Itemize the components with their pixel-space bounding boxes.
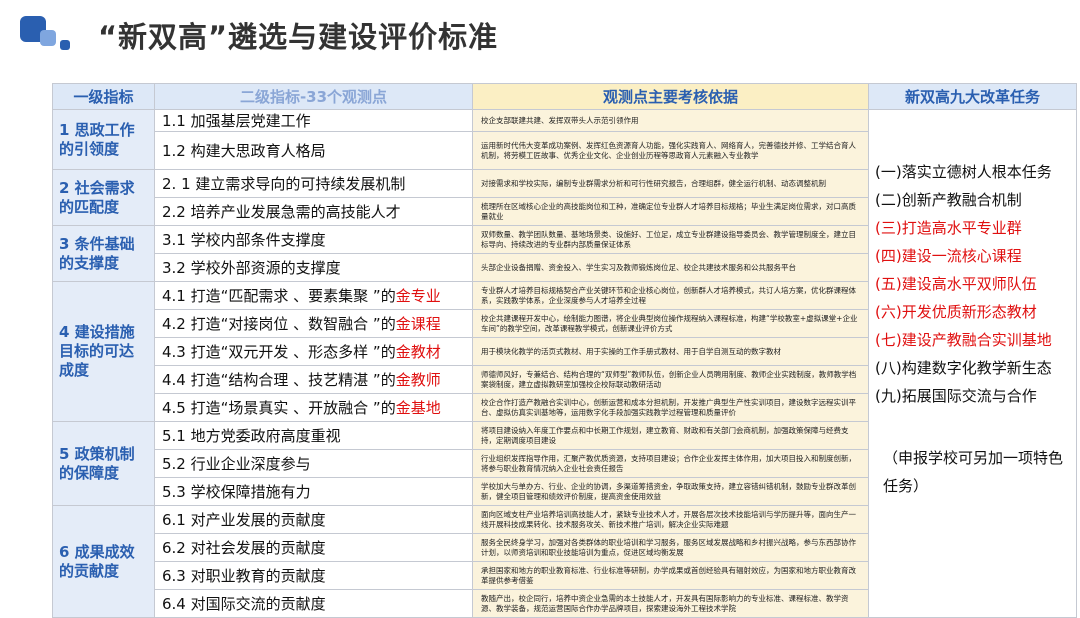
level1-cell: 2 社会需求的匹配度 [52,169,155,226]
level2-cell: 1.2 构建大思政育人格局 [154,131,473,170]
basis-cell: 对接需求和学校实际，编制专业群需求分析和可行性研究报告，合理组群，健全运行机制、… [472,169,869,198]
level2-highlight: 金基地 [395,399,441,417]
basis-cell: 行业组织发挥指导作用，汇聚产教优质资源，支持项目建设；合作企业发挥主体作用，加大… [472,449,869,478]
level2-cell: 4.2 打造“对接岗位 、数智融合 ”的金课程 [154,309,473,338]
header-level2: 二级指标-33个观测点 [154,83,473,110]
task-note: （申报学校可另加一项特色任务） [883,449,1064,495]
level2-cell: 4.3 打造“双元开发 、形态多样 ”的金教材 [154,337,473,366]
level2-cell: 6.4 对国际交流的贡献度 [154,589,473,618]
level2-cell: 5.2 行业企业深度参与 [154,449,473,478]
level2-highlight: 金教师 [395,371,441,389]
level1-cell: 4 建设措施目标的可达成度 [52,281,155,422]
basis-cell: 承担国家和地方的职业教育标准、行业标准等研制，办学成果或首创经验具有辐射效应，为… [472,561,869,590]
task-item: (一)落实立德树人根本任务 [875,163,1052,181]
level2-cell: 6.2 对社会发展的贡献度 [154,533,473,562]
basis-cell: 头部企业设备捐赠、资金投入、学生实习及教师锻炼岗位足、校企共建技术服务和公共服务… [472,253,869,282]
level2-cell: 6.1 对产业发展的贡献度 [154,505,473,534]
header-level1: 一级指标 [52,83,155,110]
basis-cell: 服务全民终身学习，加强对各类群体的职业培训和学习服务，服务区域发展战略和乡村振兴… [472,533,869,562]
level2-cell: 1.1 加强基层党建工作 [154,109,473,132]
level2-cell: 2.2 培养产业发展急需的高技能人才 [154,197,473,226]
task-item: (九)拓展国际交流与合作 [875,387,1037,405]
level2-cell: 4.4 打造“结构合理 、技艺精湛 ”的金教师 [154,365,473,394]
evaluation-table: 一级指标 二级指标-33个观测点 观测点主要考核依据 新双高九大改革任务 1 思… [52,83,1077,618]
level2-highlight: 金课程 [395,315,441,333]
table-header-row: 一级指标 二级指标-33个观测点 观测点主要考核依据 新双高九大改革任务 [52,83,1077,110]
tasks-cell: (一)落实立德树人根本任务 (二)创新产教融合机制 (三)打造高水平专业群 (四… [868,109,1077,618]
level2-text: 4.3 打造“双元开发 、形态多样 ”的 [162,343,396,361]
level1-cell: 5 政策机制的保障度 [52,421,155,506]
level1-cell: 1 思政工作的引领度 [52,109,155,170]
task-item: (八)构建数字化教学新生态 [875,359,1052,377]
basis-cell: 学校加大与单办方、行业、企业的协调，多渠道筹措资金，争取政策支持，建立容错纠错机… [472,477,869,506]
basis-cell: 师德师风好，专兼结合、结构合理的“双师型”教师队伍，创新企业人员聘用制度、教师企… [472,365,869,394]
level2-text: 4.2 打造“对接岗位 、数智融合 ”的 [162,315,396,333]
level2-cell: 5.1 地方党委政府高度重视 [154,421,473,450]
basis-cell: 运用新时代伟大变革成功案例、发挥红色资源育人功能，强化实践育人、网络育人，完善德… [472,131,869,170]
basis-cell: 面向区域支柱产业培养培训高技能人才，紧缺专业技术人才，开展各层次技术技能培训与学… [472,505,869,534]
level1-cell: 6 成果成效的贡献度 [52,505,155,618]
basis-cell: 双师数量、教学团队数量、基地场景类、设施好、工位足，成立专业群建设指导委员会、教… [472,225,869,254]
task-item: (六)开发优质新形态教材 [875,303,1037,321]
basis-cell: 校企支部联建共建、发挥双带头人示范引领作用 [472,109,869,132]
level2-text: 4.5 打造“场景真实 、开放融合 ”的 [162,399,396,417]
task-item: (二)创新产教融合机制 [875,191,1022,209]
level2-highlight: 金专业 [395,287,441,305]
basis-cell: 校企合作打造产教融合实训中心，创新运营和成本分担机制，开发推广典型生产性实训项目… [472,393,869,422]
task-item: (七)建设产教融合实训基地 [875,331,1052,349]
level2-text: 4.4 打造“结构合理 、技艺精湛 ”的 [162,371,396,389]
basis-cell: 专业群人才培养目标规格契合产业关键环节和企业核心岗位，创新群人才培养模式，共订人… [472,281,869,310]
header-basis: 观测点主要考核依据 [472,83,869,110]
level2-text: 4.1 打造“匹配需求 、要素集聚 ”的 [162,287,396,305]
task-item: (四)建设一流核心课程 [875,247,1022,265]
table-row: 1 思政工作的引领度 1.1 加强基层党建工作 校企支部联建共建、发挥双带头人示… [52,109,1077,618]
level2-cell: 3.1 学校内部条件支撑度 [154,225,473,254]
level2-cell: 3.2 学校外部资源的支撑度 [154,253,473,282]
basis-cell: 校企共建课程开发中心，绘制能力图谱，将企业典型岗位操作规程纳入课程标准，构建“学… [472,309,869,338]
level2-cell: 6.3 对职业教育的贡献度 [154,561,473,590]
level2-cell: 4.5 打造“场景真实 、开放融合 ”的金基地 [154,393,473,422]
level1-cell: 3 条件基础的支撑度 [52,225,155,282]
level2-cell: 2. 1 建立需求导向的可持续发展机制 [154,169,473,198]
task-item: (三)打造高水平专业群 [875,219,1022,237]
level2-cell: 5.3 学校保障措施有力 [154,477,473,506]
basis-cell: 教随产出，校企同行，培养中资企业急需的本土技能人才，开发具有国际影响力的专业标准… [472,589,869,618]
page-title: “新双高”遴选与建设评价标准 [98,20,499,54]
header-tasks: 新双高九大改革任务 [868,83,1077,110]
task-item: (五)建设高水平双师队伍 [875,275,1037,293]
basis-cell: 用于模块化教学的活页式教材、用于实操的工作手册式教材、用于自学自测互动的数字教材 [472,337,869,366]
level2-cell: 4.1 打造“匹配需求 、要素集聚 ”的金专业 [154,281,473,310]
level2-highlight: 金教材 [395,343,441,361]
basis-cell: 将项目建设纳入年度工作要点和中长期工作规划，建立教育、财政和有关部门会商机制，加… [472,421,869,450]
basis-cell: 梳理所在区域核心企业的高技能岗位和工种，准确定位专业群人才培养目标规格；毕业生满… [472,197,869,226]
logo-icon [20,16,70,50]
